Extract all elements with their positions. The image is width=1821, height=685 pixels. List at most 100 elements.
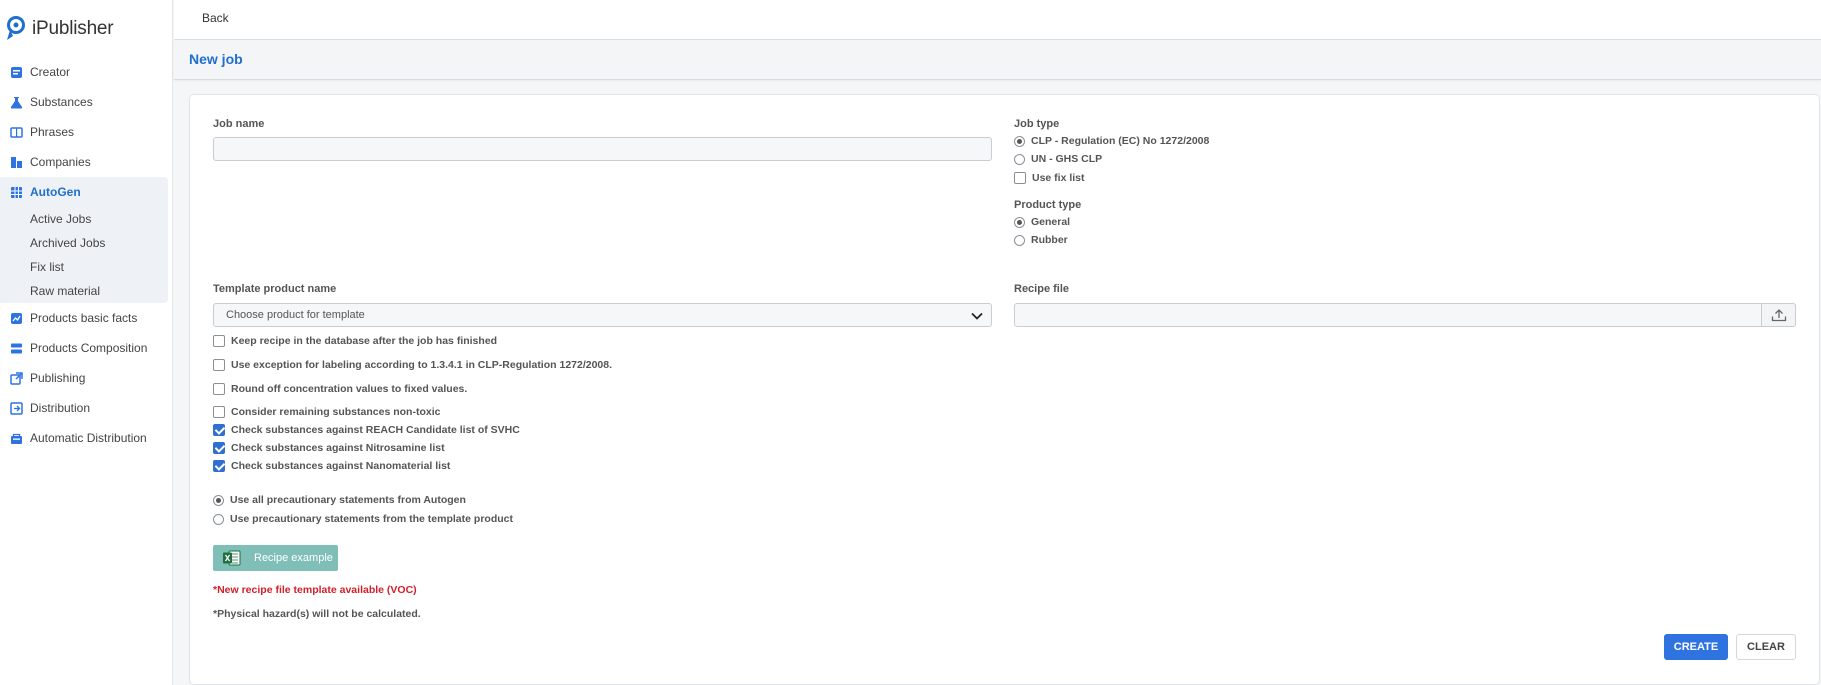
sidebar-item-creator[interactable]: Creator <box>0 57 168 87</box>
checkbox-label: Use exception for labeling according to … <box>231 359 613 371</box>
select-placeholder: Choose product for template <box>226 309 365 321</box>
checkbox[interactable] <box>213 406 225 418</box>
radio[interactable] <box>1014 153 1025 165</box>
checkbox-label: Round off concentration values to fixed … <box>231 383 468 395</box>
sidebar-item-distribution[interactable]: Distribution <box>0 393 168 423</box>
autogen-group: AutoGen Active Jobs Archived Jobs Fix li… <box>0 177 168 303</box>
excel-icon <box>223 550 241 566</box>
back-link[interactable]: Back <box>202 11 229 25</box>
option-label: CLP - Regulation (EC) No 1272/2008 <box>1031 135 1210 147</box>
sidebar-item-label: Publishing <box>30 371 86 385</box>
page-header: New job <box>174 40 1821 80</box>
sidebar-item-phrases[interactable]: Phrases <box>0 117 168 147</box>
checkbox-non-toxic[interactable]: Consider remaining substances non-toxic <box>213 406 440 418</box>
create-button[interactable]: CREATE <box>1664 634 1728 660</box>
recipe-file-label: Recipe file <box>1014 283 1070 295</box>
radio[interactable] <box>1014 234 1025 246</box>
page-title: New job <box>189 51 243 67</box>
sidebar-item-automatic-distribution[interactable]: Automatic Distribution <box>0 423 168 453</box>
sidebar-item-label: Creator <box>30 65 71 79</box>
template-product-select[interactable]: Choose product for template <box>213 303 992 327</box>
job-type-label: Job type <box>1014 118 1060 130</box>
option-label: Use precautionary statements from the te… <box>230 513 513 525</box>
sidebar-subitem-fix-list[interactable]: Fix list <box>0 255 168 279</box>
radio-selected[interactable] <box>1014 135 1025 147</box>
sidebar-nav: Creator Substances Phrases Companies Aut… <box>0 57 168 453</box>
recipe-example-label: Recipe example <box>254 552 333 564</box>
sidebar-subitem-archived-jobs[interactable]: Archived Jobs <box>0 231 168 255</box>
checkbox-nitrosamine[interactable]: Check substances against Nitrosamine lis… <box>213 442 445 454</box>
checkbox-use-exception[interactable]: Use exception for labeling according to … <box>213 359 612 371</box>
precautionary-option-autogen[interactable]: Use all precautionary statements from Au… <box>213 494 466 506</box>
creator-icon <box>9 65 23 79</box>
grid-icon <box>9 185 23 199</box>
sidebar-item-substances[interactable]: Substances <box>0 87 168 117</box>
book-icon <box>9 125 23 139</box>
publish-icon <box>9 371 23 385</box>
sidebar-item-label: Phrases <box>30 125 75 139</box>
sidebar-item-label: Substances <box>30 95 93 109</box>
sidebar-item-autogen[interactable]: AutoGen <box>0 177 168 207</box>
checkbox[interactable] <box>1014 172 1026 184</box>
recipe-example-button[interactable]: Recipe example <box>213 545 338 571</box>
radio[interactable] <box>213 513 224 525</box>
checkbox-label: Check substances against Nitrosamine lis… <box>231 442 445 454</box>
ipublisher-logo-icon <box>7 16 25 40</box>
physical-hazard-note: *Physical hazard(s) will not be calculat… <box>213 608 421 620</box>
checkbox[interactable] <box>213 359 225 371</box>
sidebar-item-label: Products basic facts <box>30 311 138 325</box>
chevron-down-icon <box>971 312 983 320</box>
checkbox-checked[interactable] <box>213 460 225 472</box>
stack-icon <box>9 341 23 355</box>
checkbox-label: Consider remaining substances non-toxic <box>231 406 441 418</box>
auto-distribution-icon <box>9 431 23 445</box>
checkbox-label: Keep recipe in the database after the jo… <box>231 335 498 347</box>
sidebar-item-companies[interactable]: Companies <box>0 147 168 177</box>
sidebar-item-label: Automatic Distribution <box>30 431 147 445</box>
checkbox-keep-recipe[interactable]: Keep recipe in the database after the jo… <box>213 335 497 347</box>
app-name: iPublisher <box>32 18 114 39</box>
checkbox-nanomaterial[interactable]: Check substances against Nanomaterial li… <box>213 460 450 472</box>
checkbox[interactable] <box>213 383 225 395</box>
job-name-input[interactable] <box>213 137 992 161</box>
checkbox-label: Check substances against REACH Candidate… <box>231 424 520 436</box>
use-fix-list-checkbox[interactable]: Use fix list <box>1014 172 1085 184</box>
job-name-label: Job name <box>213 118 265 130</box>
sidebar-subitem-active-jobs[interactable]: Active Jobs <box>0 207 168 231</box>
building-icon <box>9 155 23 169</box>
checkbox[interactable] <box>213 335 225 347</box>
option-label: Use all precautionary statements from Au… <box>230 494 466 506</box>
template-product-label: Template product name <box>213 283 337 295</box>
clear-button[interactable]: CLEAR <box>1736 634 1796 660</box>
recipe-file-input[interactable] <box>1014 303 1796 327</box>
job-type-option-clp[interactable]: CLP - Regulation (EC) No 1272/2008 <box>1014 135 1209 147</box>
sidebar: iPublisher Creator Substances Phrases Co… <box>0 0 173 685</box>
precautionary-option-template[interactable]: Use precautionary statements from the te… <box>213 513 513 525</box>
radio-selected[interactable] <box>213 494 224 506</box>
sidebar-item-label: Distribution <box>30 401 91 415</box>
chart-icon <box>9 311 23 325</box>
distribution-icon <box>9 401 23 415</box>
option-label: Rubber <box>1031 234 1068 246</box>
product-type-label: Product type <box>1014 199 1082 211</box>
job-type-option-un-ghs[interactable]: UN - GHS CLP <box>1014 153 1102 165</box>
upload-icon <box>1771 309 1786 322</box>
app-logo[interactable]: iPublisher <box>4 14 114 44</box>
product-type-option-general[interactable]: General <box>1014 216 1070 228</box>
flask-icon <box>9 95 23 109</box>
upload-button[interactable] <box>1761 303 1796 327</box>
sidebar-item-label: Companies <box>30 155 91 169</box>
sidebar-item-products-composition[interactable]: Products Composition <box>0 333 168 363</box>
sidebar-subitem-raw-material[interactable]: Raw material <box>0 279 168 303</box>
checkbox-checked[interactable] <box>213 442 225 454</box>
radio-selected[interactable] <box>1014 216 1025 228</box>
new-job-form: Job name Job type CLP - Regulation (EC) … <box>189 94 1820 685</box>
sidebar-item-products-basic-facts[interactable]: Products basic facts <box>0 303 168 333</box>
product-type-option-rubber[interactable]: Rubber <box>1014 234 1068 246</box>
sidebar-item-label: Products Composition <box>30 341 148 355</box>
checkbox-round-off[interactable]: Round off concentration values to fixed … <box>213 383 467 395</box>
checkbox-reach-svhc[interactable]: Check substances against REACH Candidate… <box>213 424 520 436</box>
sidebar-item-publishing[interactable]: Publishing <box>0 363 168 393</box>
checkbox-checked[interactable] <box>213 424 225 436</box>
option-label: UN - GHS CLP <box>1031 153 1103 165</box>
